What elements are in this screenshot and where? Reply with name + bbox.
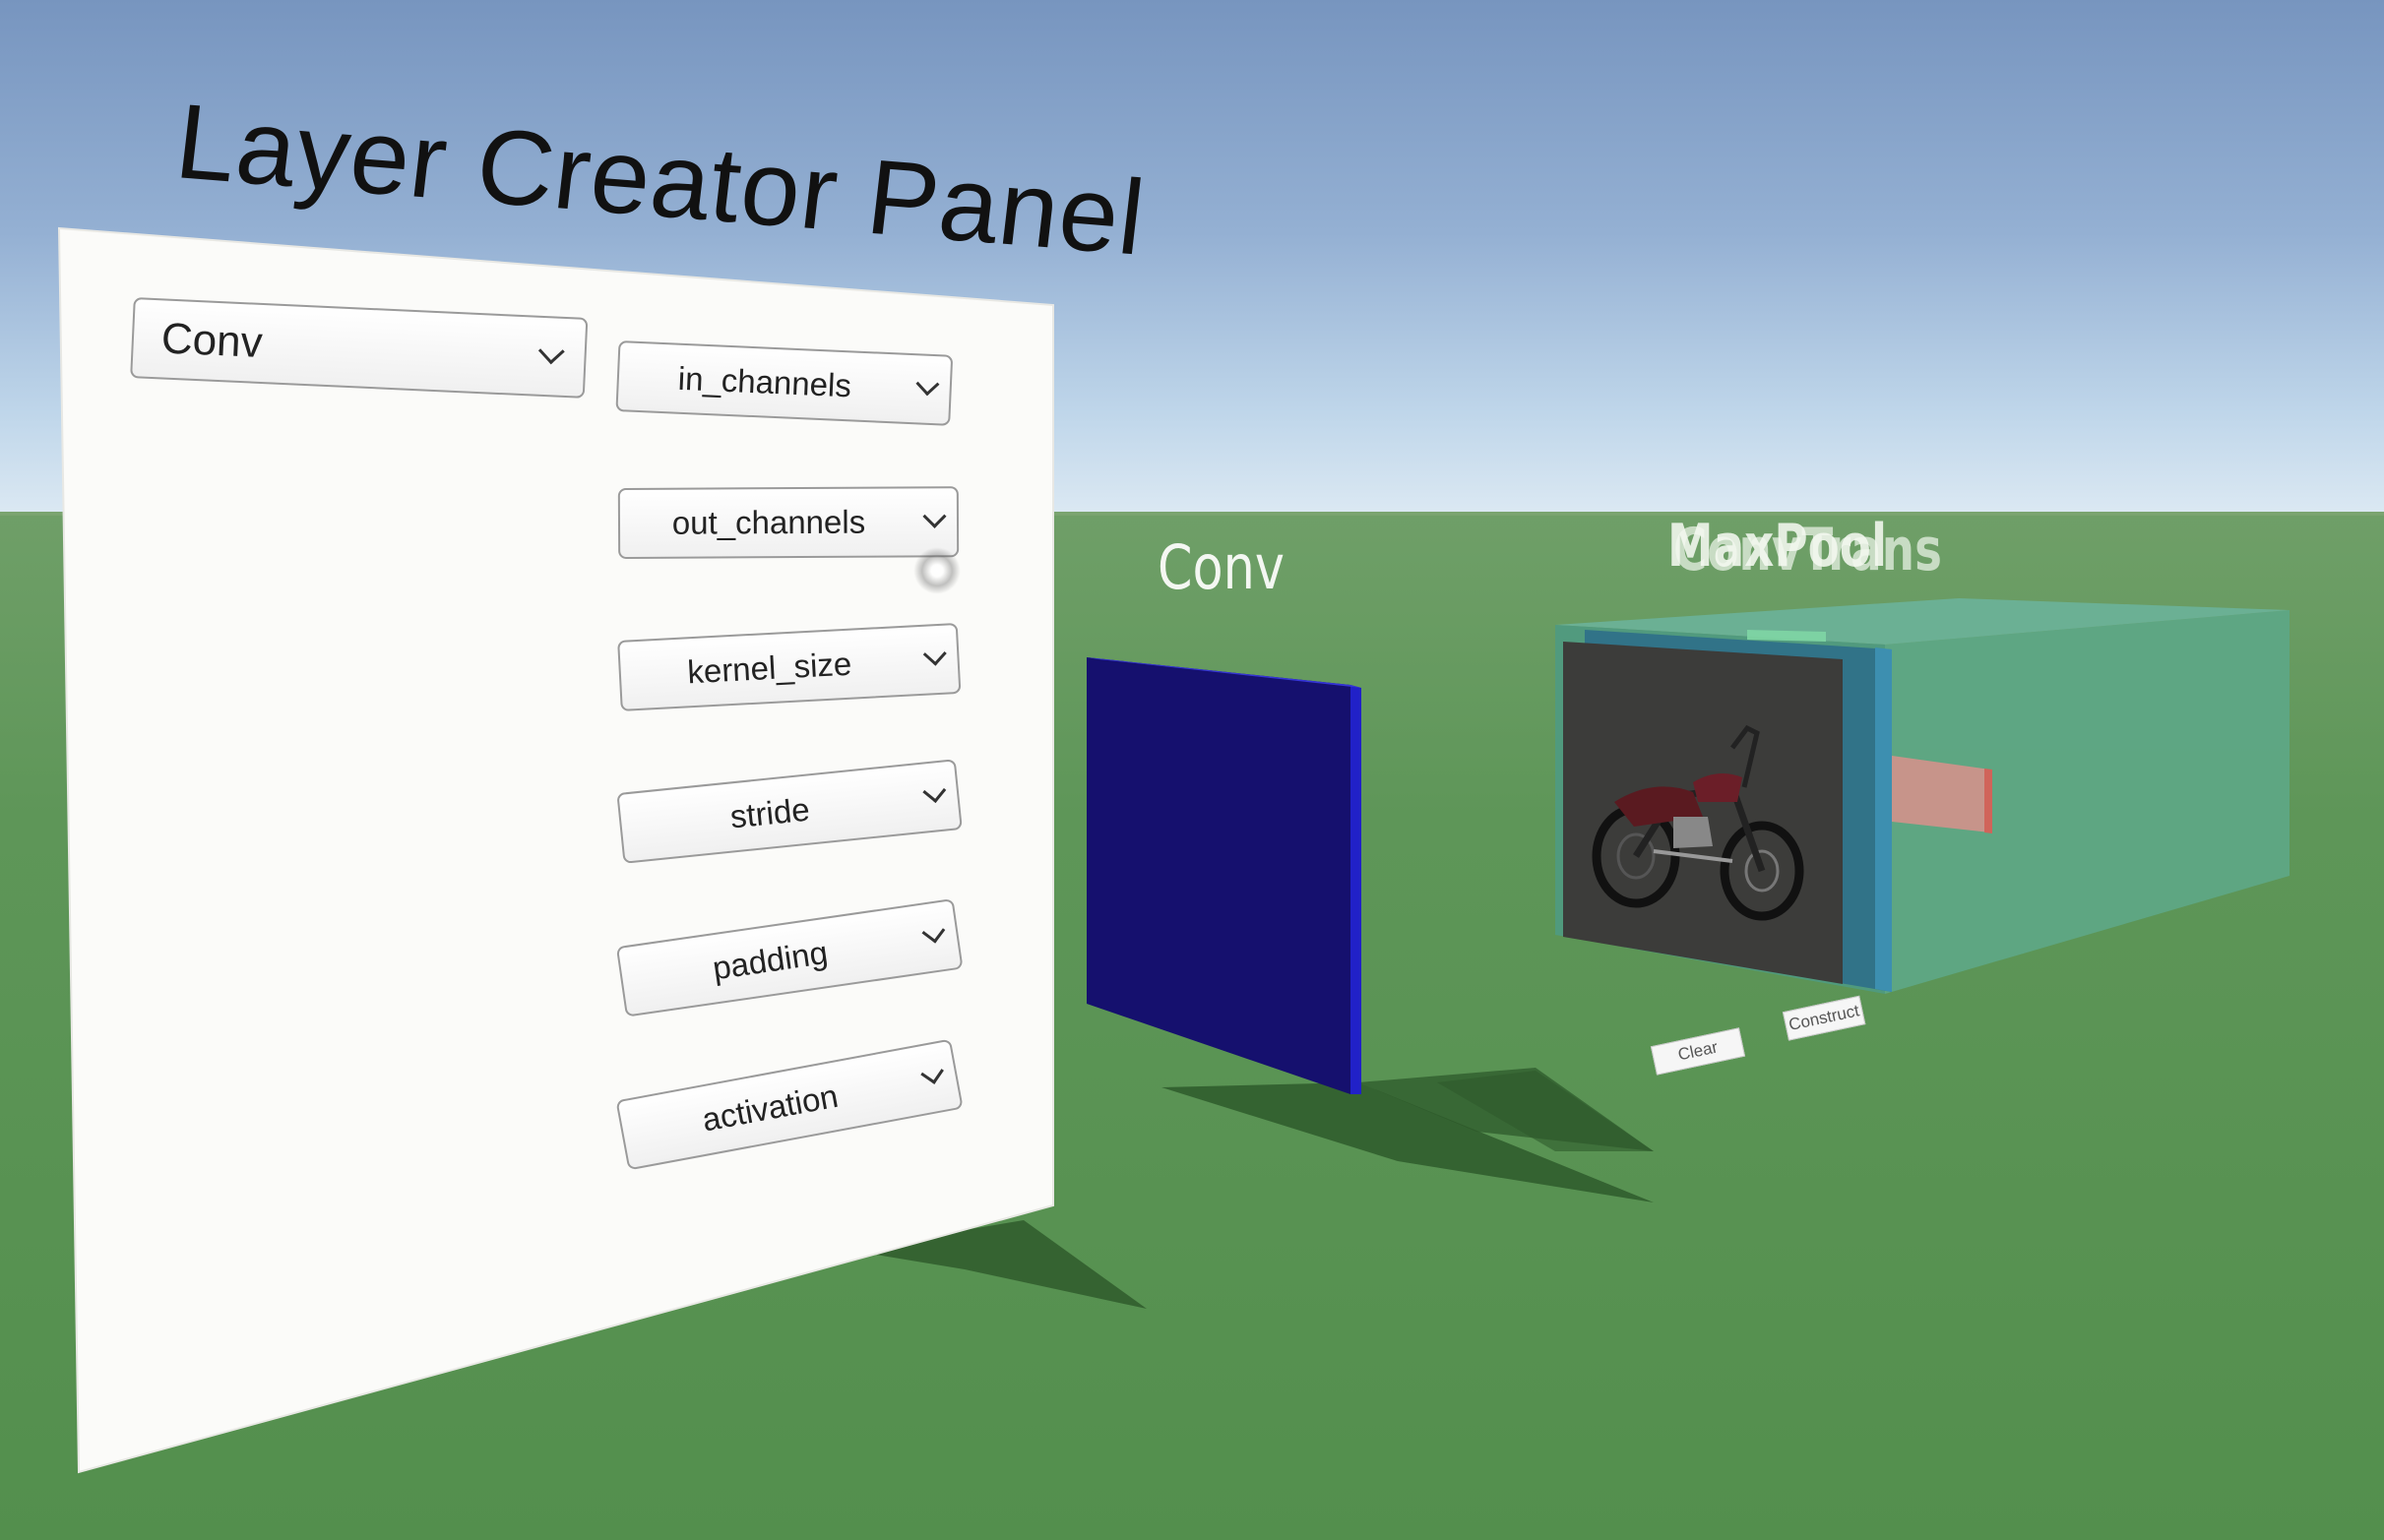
vr-scene: Layer Creator Panel Conv in_channels out… — [0, 0, 2384, 1540]
top-tab — [1747, 630, 1826, 642]
input-image-frame — [1563, 642, 1843, 984]
model-stack-box[interactable] — [0, 0, 2384, 1540]
connector-bar-end — [1984, 769, 1992, 833]
inner-layer-edge — [1875, 647, 1892, 992]
